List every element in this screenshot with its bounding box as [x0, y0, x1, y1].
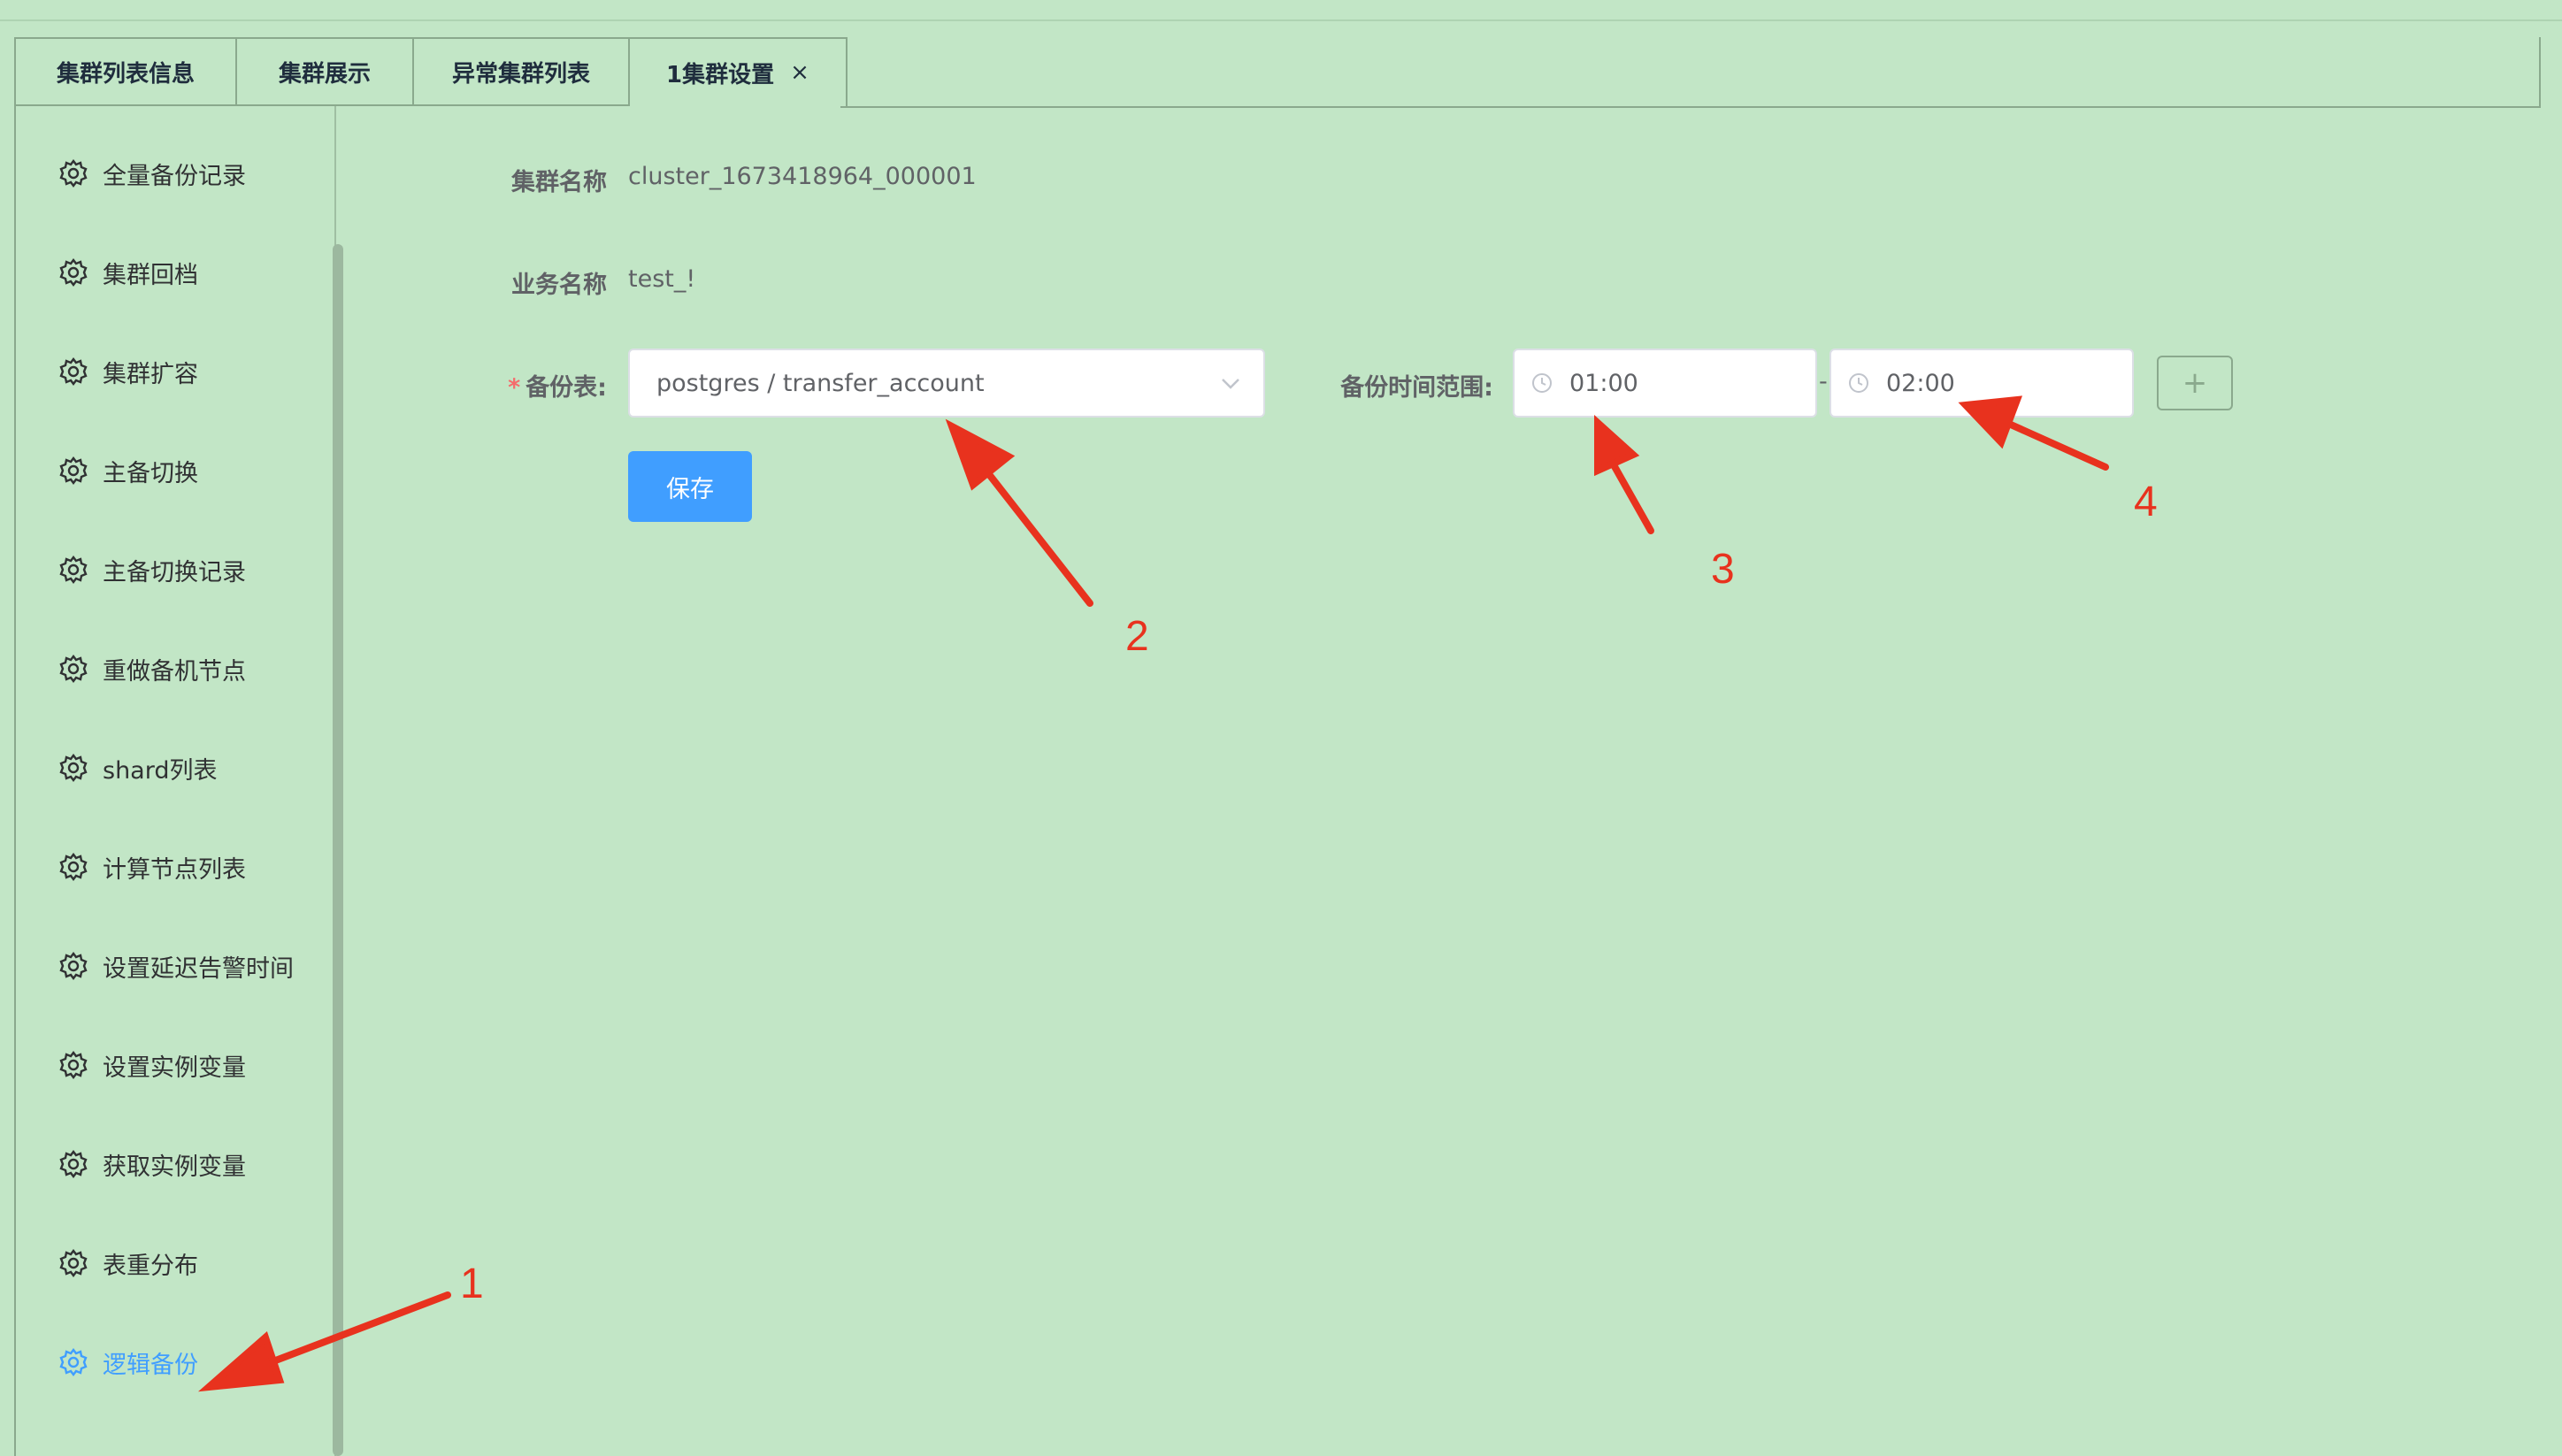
gear-icon [59, 258, 88, 287]
gear-icon [59, 357, 88, 386]
sidebar-item-label: 表重分布 [103, 1252, 198, 1280]
gear-icon [59, 1051, 88, 1079]
backup-table-label-text: 备份表: [525, 374, 607, 402]
top-border [0, 0, 2562, 21]
tab-label: 1集群设置 [666, 61, 775, 88]
tab-label: 集群列表信息 [56, 60, 195, 88]
annotation-number-4: 4 [2134, 479, 2158, 525]
sidebar: 全量备份全量备份记录集群回档集群扩容主备切换主备切换记录重做备机节点shard列… [14, 106, 336, 1456]
sidebar-item-label: 设置实例变量 [103, 1054, 246, 1082]
annotation-arrow-3 [1608, 458, 1654, 534]
tab-label: 集群展示 [278, 60, 371, 88]
business-name-label: 业务名称 [511, 272, 607, 299]
tabbar-divider [840, 106, 2541, 108]
sidebar-item-set-delay-alert-time[interactable]: 设置延迟告警时间 [58, 939, 294, 992]
backup-table-value: postgres / transfer_account [656, 369, 985, 397]
gear-icon [59, 159, 88, 188]
chevron-down-icon [1222, 379, 1239, 389]
sidebar-item-label: 全量备份记录 [103, 162, 246, 190]
sidebar-item-switchover[interactable]: 主备切换 [58, 444, 198, 497]
clock-icon [1849, 373, 1868, 393]
time-range-label: 备份时间范围: [1340, 374, 1493, 402]
tab-abnormal-cluster-list[interactable]: 异常集群列表 [412, 37, 628, 106]
sidebar-item-label: shard列表 [103, 756, 218, 785]
gear-icon [59, 754, 88, 782]
annotation-number-3: 3 [1711, 546, 1735, 593]
frame-right-border [2539, 37, 2541, 108]
tab-cluster-display[interactable]: 集群展示 [235, 37, 412, 106]
sidebar-item-table-redistribution[interactable]: 表重分布 [58, 1237, 198, 1290]
sidebar-item-label: 重做备机节点 [103, 657, 246, 686]
sidebar-item-get-instance-variables[interactable]: 获取实例变量 [58, 1138, 246, 1191]
cluster-name-label: 集群名称 [511, 169, 607, 196]
annotation-arrowhead-3 [1594, 415, 1640, 477]
gear-icon [59, 1348, 88, 1376]
sidebar-item-shard-list[interactable]: shard列表 [58, 741, 218, 794]
gear-icon [59, 1249, 88, 1277]
backup-table-select[interactable]: postgres / transfer_account [628, 349, 1265, 418]
sidebar-item-switchover-records[interactable]: 主备切换记录 [58, 543, 246, 596]
gear-icon [59, 853, 88, 881]
gear-icon [59, 952, 88, 980]
annotation-number-2: 2 [1125, 613, 1149, 660]
sidebar-item-cluster-scale-out[interactable]: 集群扩容 [58, 345, 198, 398]
sidebar-item-label: 设置延迟告警时间 [103, 954, 294, 983]
gear-icon [59, 556, 88, 584]
annotation-arrow-2 [978, 462, 1093, 607]
annotation-arrow-4 [1999, 418, 2109, 471]
time-separator: - [1819, 368, 1828, 395]
cluster-name-value: cluster_1673418964_000001 [628, 163, 977, 190]
annotation-arrows [197, 395, 2109, 1392]
tab-label: 异常集群列表 [451, 60, 590, 88]
sidebar-item-label: 获取实例变量 [103, 1153, 246, 1181]
time-end-value: 02:00 [1886, 369, 1955, 397]
sidebar-item-rebuild-standby-node[interactable]: 重做备机节点 [58, 642, 246, 695]
sidebar-item-label: 主备切换 [103, 459, 198, 487]
add-time-range-button[interactable]: + [2157, 356, 2233, 410]
time-start-input[interactable]: 01:00 [1513, 349, 1817, 418]
gear-icon [59, 456, 88, 485]
clock-icon [1532, 373, 1552, 393]
sidebar-scrollbar[interactable] [333, 244, 343, 1456]
sidebar-item-label: 逻辑备份 [103, 1351, 198, 1379]
backup-table-label: * 备份表: [478, 368, 607, 402]
annotation-arrowhead-2 [945, 418, 1016, 491]
required-mark: * [508, 374, 521, 402]
tab-cluster-settings[interactable]: 1集群设置 × [628, 37, 848, 106]
gear-icon [59, 655, 88, 683]
sidebar-item-compute-node-list[interactable]: 计算节点列表 [58, 840, 246, 893]
sidebar-item-cluster-rollback[interactable]: 集群回档 [58, 246, 198, 299]
time-end-input[interactable]: 02:00 [1829, 349, 2134, 418]
sidebar-item-logical-backup[interactable]: 逻辑备份 [58, 1336, 198, 1389]
sidebar-item-set-instance-variables[interactable]: 设置实例变量 [58, 1038, 246, 1092]
sidebar-item-label: 集群扩容 [103, 360, 198, 388]
business-name-value: test_! [628, 265, 696, 293]
sidebar-item-label: 计算节点列表 [103, 855, 246, 884]
time-start-value: 01:00 [1569, 369, 1638, 397]
gear-icon [59, 1150, 88, 1178]
tab-close-icon[interactable]: × [790, 59, 809, 86]
tab-cluster-list-info[interactable]: 集群列表信息 [14, 37, 235, 106]
sidebar-item-label: 主备切换记录 [103, 558, 246, 586]
save-button[interactable]: 保存 [628, 451, 752, 522]
annotation-number-1: 1 [460, 1261, 484, 1307]
sidebar-item-full-backup-records[interactable]: 全量备份记录 [58, 147, 246, 200]
sidebar-item-label: 集群回档 [103, 261, 198, 289]
